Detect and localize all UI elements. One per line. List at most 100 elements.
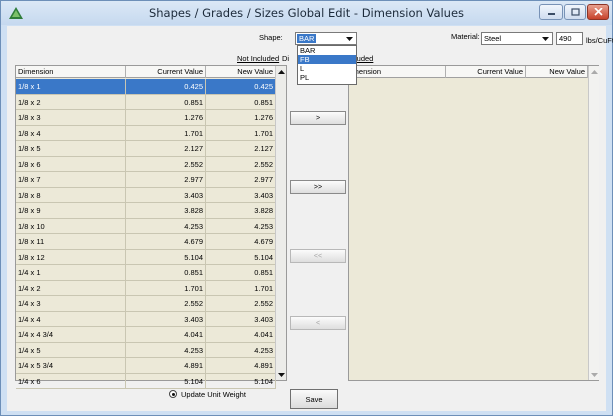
included-label-suffix: luded (355, 54, 374, 63)
density-value: 490 (559, 34, 572, 43)
density-unit: lbs/CuFt (586, 36, 613, 45)
table-row[interactable]: 1/4 x 6 5.104 5.104 (16, 373, 276, 389)
dropdown-option[interactable]: BAR (298, 46, 356, 55)
cell-new-value[interactable]: 3.828 (206, 203, 276, 219)
table-row[interactable]: 1/8 x 5 2.127 2.127 (16, 141, 276, 157)
cell-new-value[interactable]: 2.552 (206, 296, 276, 312)
dropdown-option[interactable]: L (298, 64, 356, 73)
not-included-grid[interactable]: Dimension Current Value New Value 1/8 x … (15, 65, 287, 389)
included-grid[interactable]: imension Current Value New Value (348, 65, 599, 381)
vertical-scrollbar[interactable] (275, 66, 286, 380)
cell-new-value[interactable]: 5.104 (206, 249, 276, 265)
cell-dimension: 1/4 x 6 (16, 373, 126, 389)
cell-current-value: 2.552 (126, 156, 206, 172)
cell-current-value: 0.851 (126, 94, 206, 110)
table-row[interactable]: 1/4 x 4 3/4 4.041 4.041 (16, 327, 276, 343)
update-unit-weight-label[interactable]: Update Unit Weight (181, 390, 246, 399)
table-row[interactable]: 1/4 x 3 2.552 2.552 (16, 296, 276, 312)
cell-new-value[interactable]: 4.679 (206, 234, 276, 250)
cell-new-value[interactable]: 4.041 (206, 327, 276, 343)
cell-new-value[interactable]: 2.552 (206, 156, 276, 172)
table-row[interactable]: 1/8 x 6 2.552 2.552 (16, 156, 276, 172)
cell-current-value: 1.701 (126, 125, 206, 141)
minimize-button[interactable] (539, 4, 563, 20)
close-button[interactable] (587, 4, 609, 20)
cell-current-value: 1.701 (126, 280, 206, 296)
cell-new-value[interactable]: 4.891 (206, 358, 276, 374)
cell-dimension: 1/8 x 3 (16, 110, 126, 126)
scroll-down-icon[interactable] (277, 370, 286, 379)
table-row[interactable]: 1/4 x 1 0.851 0.851 (16, 265, 276, 281)
dialog-window: Shapes / Grades / Sizes Global Edit - Di… (0, 0, 613, 416)
scroll-up-icon[interactable] (277, 67, 286, 76)
cell-current-value: 5.104 (126, 249, 206, 265)
cell-dimension: 1/4 x 5 3/4 (16, 358, 126, 374)
move-one-left-button[interactable]: < (290, 316, 346, 330)
table-row[interactable]: 1/8 x 7 2.977 2.977 (16, 172, 276, 188)
cell-dimension: 1/8 x 6 (16, 156, 126, 172)
chevron-down-icon[interactable] (344, 34, 355, 43)
dropdown-option[interactable]: FB (298, 55, 356, 64)
table-row[interactable]: 1/4 x 5 4.253 4.253 (16, 342, 276, 358)
column-header-dimension[interactable]: Dimension (16, 66, 126, 78)
column-header-new-value[interactable]: New Value (206, 66, 276, 78)
table-row[interactable]: 1/8 x 2 0.851 0.851 (16, 94, 276, 110)
move-all-left-button[interactable]: << (290, 249, 346, 263)
cell-new-value[interactable]: 1.701 (206, 280, 276, 296)
move-all-right-button[interactable]: >> (290, 180, 346, 194)
cell-new-value[interactable]: 3.403 (206, 187, 276, 203)
save-button[interactable]: Save (290, 389, 338, 409)
cell-current-value: 2.977 (126, 172, 206, 188)
dropdown-option[interactable]: PL (298, 73, 356, 82)
table-row[interactable]: 1/4 x 5 3/4 4.891 4.891 (16, 358, 276, 374)
cell-dimension: 1/4 x 5 (16, 342, 126, 358)
table-row[interactable]: 1/8 x 10 4.253 4.253 (16, 218, 276, 234)
cell-new-value[interactable]: 0.851 (206, 94, 276, 110)
cell-new-value[interactable]: 0.851 (206, 265, 276, 281)
cell-new-value[interactable]: 4.253 (206, 342, 276, 358)
scroll-up-icon[interactable] (590, 67, 599, 76)
cell-new-value[interactable]: 2.127 (206, 141, 276, 157)
shape-options: BAR FB L PL (298, 46, 356, 82)
cell-new-value[interactable]: 1.276 (206, 110, 276, 126)
table-row[interactable]: 1/8 x 12 5.104 5.104 (16, 249, 276, 265)
cell-current-value: 3.403 (126, 187, 206, 203)
cell-new-value[interactable]: 3.403 (206, 311, 276, 327)
move-one-right-button[interactable]: > (290, 111, 346, 125)
cell-new-value[interactable]: 2.977 (206, 172, 276, 188)
column-header-current-value[interactable]: Current Value (446, 66, 526, 78)
table-row[interactable]: 1/8 x 11 4.679 4.679 (16, 234, 276, 250)
cell-new-value[interactable]: 4.253 (206, 218, 276, 234)
cell-current-value: 3.828 (126, 203, 206, 219)
table-row[interactable]: 1/8 x 1 0.425 0.425 (16, 79, 276, 95)
minimize-icon (547, 13, 555, 15)
update-unit-weight-radio[interactable] (169, 390, 177, 398)
table-row[interactable]: 1/4 x 4 3.403 3.403 (16, 311, 276, 327)
cell-dimension: 1/4 x 2 (16, 280, 126, 296)
scroll-down-icon[interactable] (590, 370, 599, 379)
table-row[interactable]: 1/8 x 4 1.701 1.701 (16, 125, 276, 141)
cell-current-value: 4.253 (126, 342, 206, 358)
table-row[interactable]: 1/8 x 8 3.403 3.403 (16, 187, 276, 203)
maximize-button[interactable] (564, 4, 586, 20)
cell-current-value: 4.679 (126, 234, 206, 250)
cell-dimension: 1/8 x 2 (16, 94, 126, 110)
density-input[interactable]: 490 (556, 32, 583, 45)
chevron-down-icon[interactable] (540, 34, 551, 43)
cell-new-value[interactable]: 1.701 (206, 125, 276, 141)
column-header-current-value[interactable]: Current Value (126, 66, 206, 78)
table-row[interactable]: 1/4 x 2 1.701 1.701 (16, 280, 276, 296)
column-header-new-value[interactable]: New Value (526, 66, 588, 78)
grid-header: Dimension Current Value New Value (16, 66, 276, 78)
column-header-dimension[interactable]: imension (349, 66, 446, 78)
table-row[interactable]: 1/8 x 3 1.276 1.276 (16, 110, 276, 126)
vertical-scrollbar[interactable] (588, 66, 599, 380)
title-bar[interactable]: Shapes / Grades / Sizes Global Edit - Di… (1, 1, 612, 25)
shape-dropdown-list: BAR FB L PL (297, 45, 357, 85)
material-label: Material: (451, 32, 480, 41)
table-row[interactable]: 1/8 x 9 3.828 3.828 (16, 203, 276, 219)
cell-new-value[interactable]: 0.425 (206, 79, 276, 95)
shape-select[interactable]: BAR (295, 32, 357, 45)
cell-new-value[interactable]: 5.104 (206, 373, 276, 389)
material-select[interactable]: Steel (481, 32, 553, 45)
